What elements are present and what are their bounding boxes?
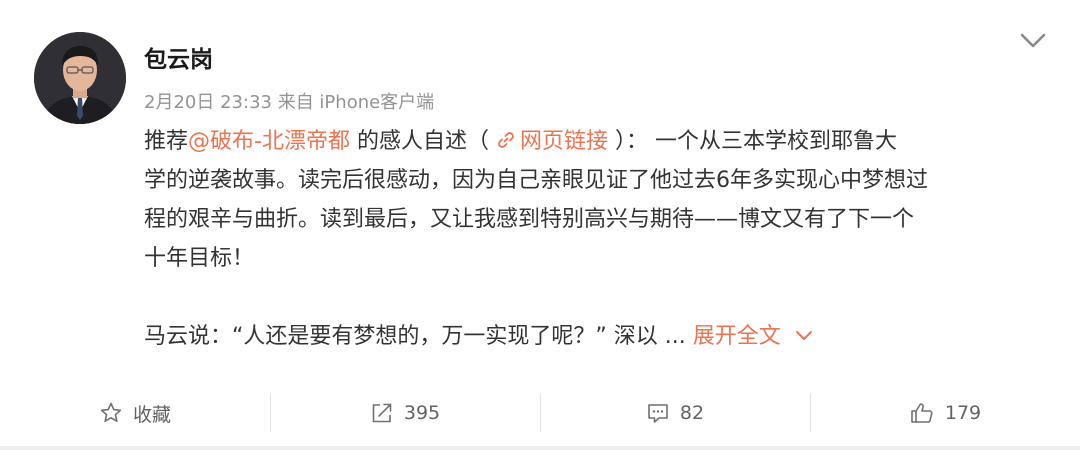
text-segment: 程的艰辛与曲折。读到最后，又让我感到特别高兴与期待——博文又有了下一个 xyxy=(144,207,915,232)
text-segment: ）： 一个从三本学校到耶鲁大 xyxy=(607,129,897,154)
repost-icon xyxy=(372,403,392,423)
text-segment: 推荐 xyxy=(144,129,189,154)
chevron-down-icon xyxy=(795,331,812,340)
avatar-photo xyxy=(34,32,126,124)
thumbs-up-icon xyxy=(911,403,933,423)
comment-button[interactable]: 82 xyxy=(540,384,810,442)
post-date: 2月20日 xyxy=(144,92,215,113)
favorite-button[interactable]: 收藏 xyxy=(0,384,270,442)
expand-full-text-button[interactable]: 展开全文 xyxy=(693,317,813,356)
comment-icon xyxy=(648,404,668,423)
web-link-label: 网页链接 xyxy=(519,129,608,154)
text-segment: 的感人自述（ xyxy=(349,129,496,154)
post-source: 来自 iPhone客户端 xyxy=(277,92,435,113)
chevron-down-icon[interactable] xyxy=(1018,28,1048,52)
divider xyxy=(0,446,1080,450)
text-segment: 学的逆袭故事。读完后很感动，因为自己亲眼见证了他过去6年多实现心中梦想过 xyxy=(144,168,928,193)
comment-count: 82 xyxy=(679,402,705,424)
text-segment: 十年目标！ xyxy=(144,246,255,271)
star-icon xyxy=(100,402,122,422)
post-paragraph: 推荐@破布-北漂帝都 的感人自述（ 网页链接 ）： 一个从三本学校到耶鲁大 学的… xyxy=(144,122,1044,278)
web-link[interactable]: 网页链接 xyxy=(496,122,608,161)
favorite-label: 收藏 xyxy=(132,403,171,426)
like-count: 179 xyxy=(944,402,982,424)
post-meta: 2月20日 23:33 来自 iPhone客户端 xyxy=(144,88,434,114)
avatar[interactable] xyxy=(34,32,126,124)
like-button[interactable]: 179 xyxy=(810,384,1080,442)
expand-label: 展开全文 xyxy=(692,324,781,349)
action-bar: 收藏 395 82 179 xyxy=(0,384,1080,442)
post-time: 23:33 xyxy=(220,92,272,113)
mention-link[interactable]: @破布-北漂帝都 xyxy=(188,129,350,154)
post-text: 推荐@破布-北漂帝都 的感人自述（ 网页链接 ）： 一个从三本学校到耶鲁大 学的… xyxy=(144,122,1044,356)
text-segment: 马云说：“人还是要有梦想的，万一实现了呢？” 深以 ... xyxy=(144,324,693,349)
repost-button[interactable]: 395 xyxy=(270,384,540,442)
post-paragraph: 马云说：“人还是要有梦想的，万一实现了呢？” 深以 ... 展开全文 xyxy=(144,317,1044,356)
repost-count: 395 xyxy=(403,402,441,424)
author-name[interactable]: 包云岗 xyxy=(144,40,213,74)
link-icon xyxy=(498,132,514,148)
